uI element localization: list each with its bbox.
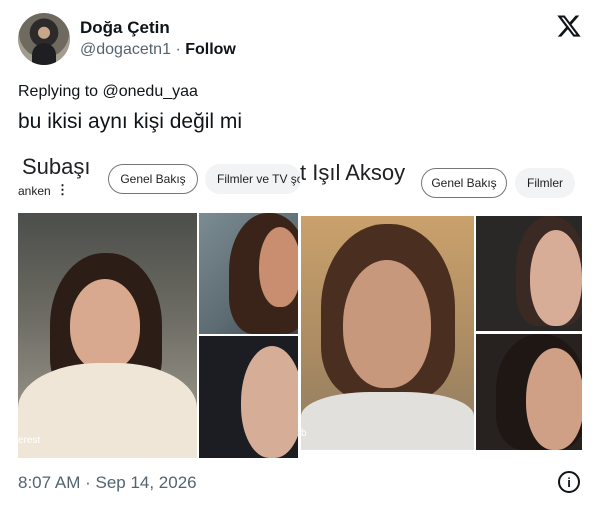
- author-handle-row: @dogacetn1 · Follow: [80, 41, 236, 59]
- left-search-subtitle: anken: [18, 184, 51, 198]
- handle-separator: ·: [175, 41, 181, 58]
- left-search-title: Subaşı: [22, 154, 91, 179]
- author-display-name[interactable]: Doğa Çetin: [80, 18, 170, 38]
- more-vertical-icon[interactable]: ⋮: [56, 182, 69, 198]
- photo-woman-messy-hair[interactable]: b: [301, 216, 474, 450]
- author-handle[interactable]: @dogacetn1: [80, 41, 171, 58]
- replying-to-text[interactable]: Replying to @onedu_yaa: [18, 83, 198, 101]
- tweet-timestamp[interactable]: 8:07 AM · Sep 14, 2026: [18, 473, 197, 493]
- photo-woman-cream-sweater[interactable]: erest: [18, 213, 197, 458]
- right-watermark: b: [301, 428, 307, 439]
- photo-sleek-hair[interactable]: [476, 216, 582, 331]
- left-chip-films[interactable]: Filmler ve TV şov: [205, 164, 301, 194]
- follow-button[interactable]: Follow: [185, 41, 236, 58]
- tweet-media-image[interactable]: Subaşı anken ⋮ Genel Bakış Filmler ve TV…: [18, 150, 588, 462]
- author-avatar[interactable]: [18, 13, 70, 65]
- x-logo-icon[interactable]: [556, 13, 582, 39]
- info-icon[interactable]: i: [558, 471, 580, 493]
- right-chip-overview[interactable]: Genel Bakış: [421, 168, 507, 198]
- right-chip-films[interactable]: Filmler: [515, 168, 575, 198]
- right-search-title: t Işıl Aksoy: [300, 160, 410, 186]
- photo-curly-hair[interactable]: [199, 213, 298, 334]
- left-watermark: erest: [18, 435, 41, 446]
- photo-dark-hair-portrait[interactable]: [476, 334, 582, 450]
- left-chip-overview[interactable]: Genel Bakış: [108, 164, 198, 194]
- photo-dark-hair-closeup[interactable]: [199, 336, 298, 458]
- tweet-text: bu ikisi aynı kişi değil mi: [18, 110, 243, 133]
